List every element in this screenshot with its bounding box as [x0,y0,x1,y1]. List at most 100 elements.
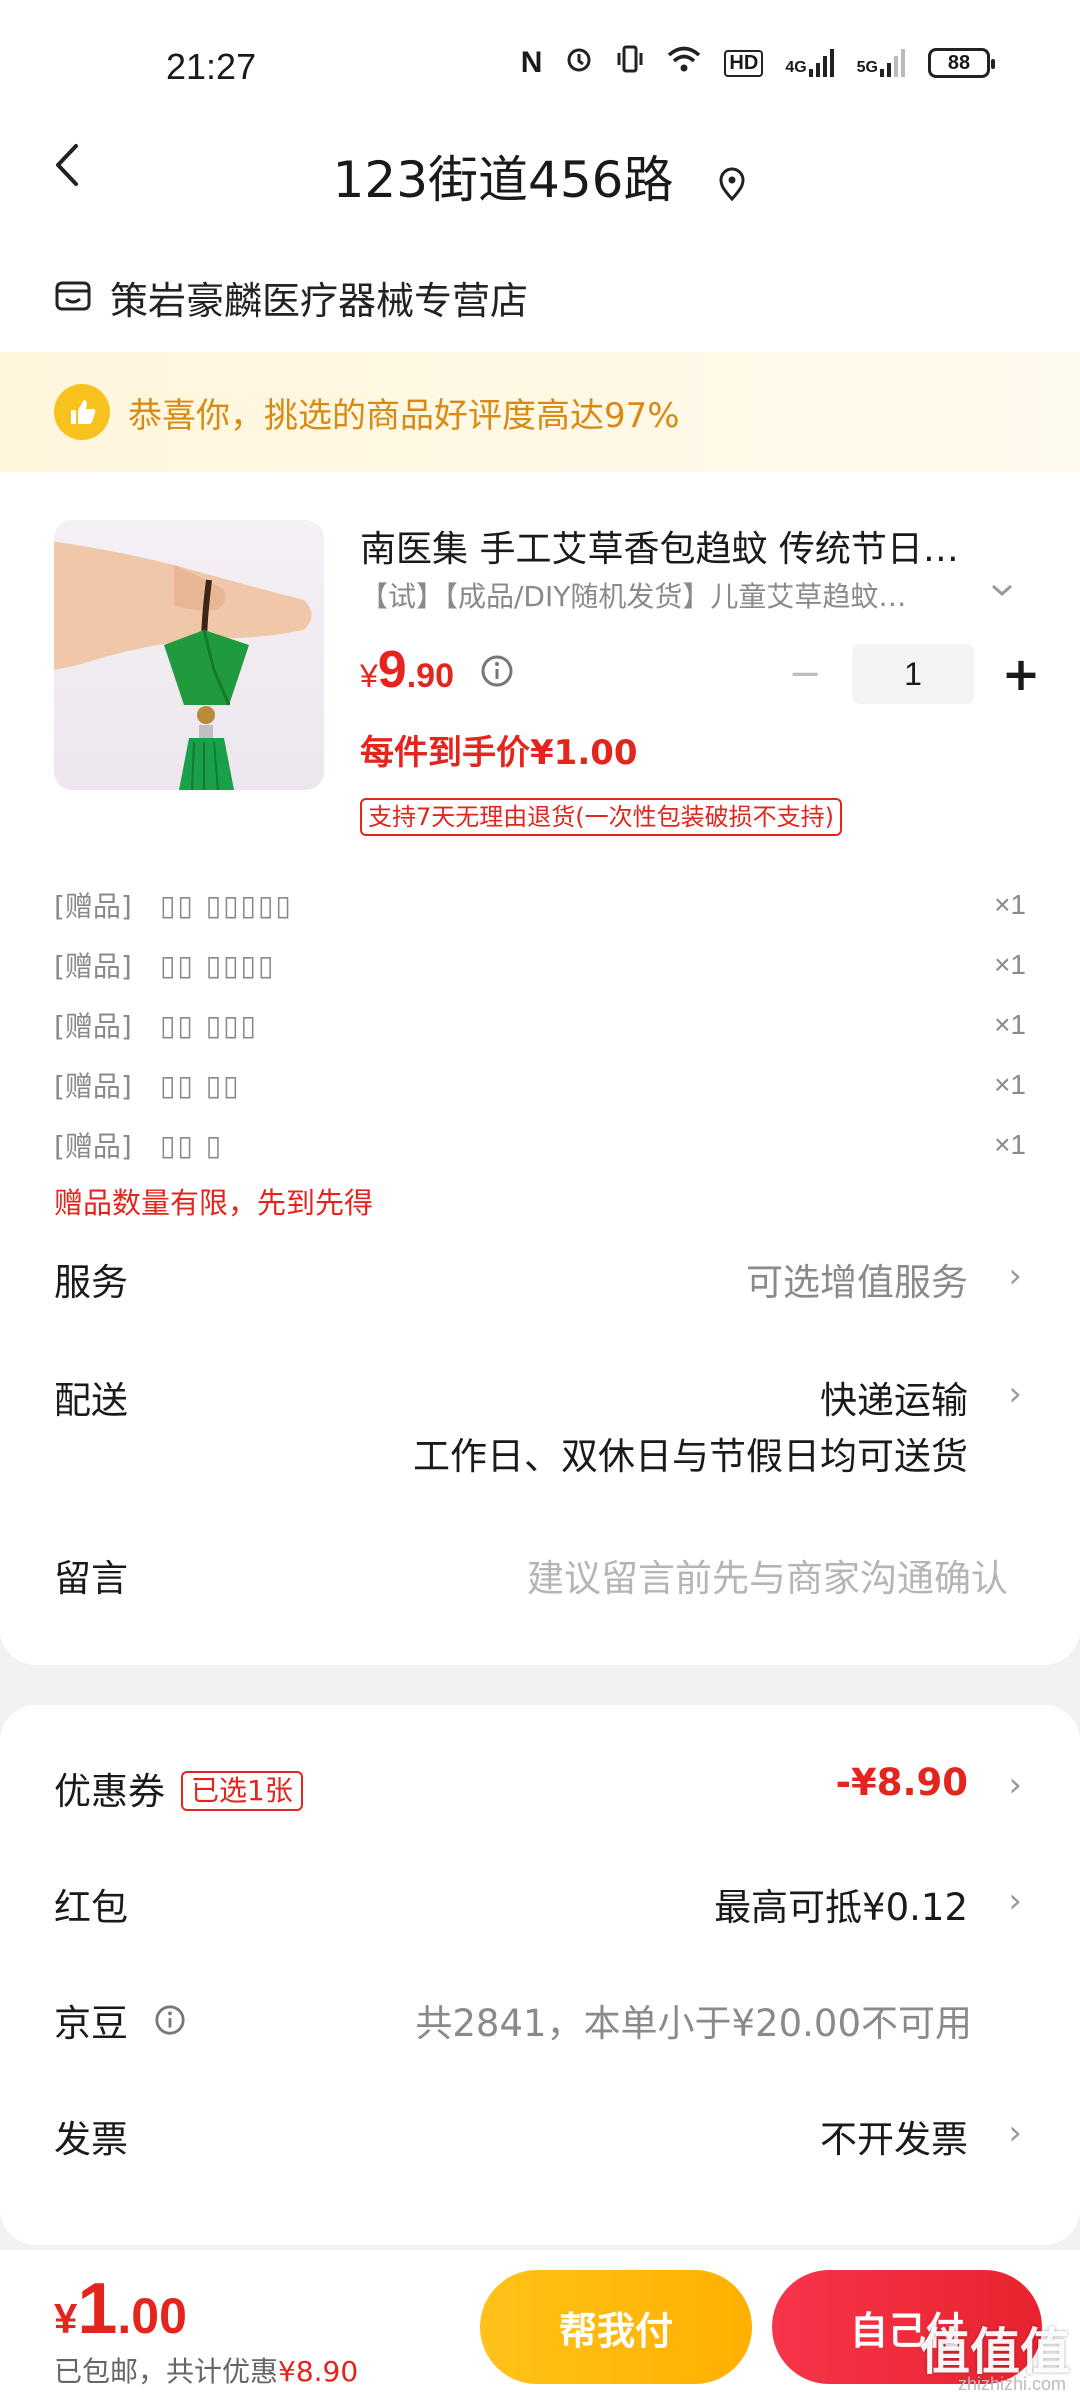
gift-limit-note: 赠品数量有限，先到先得 [54,1186,374,1220]
redpack-value: 最高可抵¥0.12 [714,1886,968,1929]
total-currency: ¥ [54,2295,78,2342]
gift-list: [赠品] ▯▯ ▯▯▯▯▯ ×1 [赠品] ▯▯ ▯▯▯▯ ×1 [赠品] ▯▯… [54,875,1026,1175]
unit-price: 每件到手价¥1.00 [360,733,638,773]
jd-label: 京豆 [54,2002,128,2045]
gift-qty: ×1 [994,1009,1026,1040]
store-name: 策岩豪麟医疗器械专营店 [110,279,529,323]
return-policy-tag: 支持7天无理由退货(一次性包装破损不支持) [360,798,842,836]
redpack-label: 红包 [54,1886,128,1929]
gift-tag: [赠品] [54,1130,132,1163]
gift-qty: ×1 [994,1129,1026,1160]
invoice-value: 不开发票 [820,2118,968,2161]
delivery-note: 工作日、双休日与节假日均可送货 [413,1435,968,1478]
total-discount-amount: ¥8.90 [278,2355,359,2388]
net1-label: 4G [785,59,807,76]
chevron-right-icon: › [1008,1256,1022,1296]
sachet-image-graphic [54,541,312,790]
header: 123街道456路 [0,120,1080,240]
coupon-row[interactable]: 优惠券 已选1张 -¥8.90 › [54,1761,1026,1821]
message-input[interactable]: 建议留言前先与商家沟通确认 [527,1548,1008,1602]
gift-name: ▯▯ ▯▯▯ [160,1008,258,1042]
total-integer: 1 [77,2269,118,2349]
coupon-value: -¥8.90 [835,1761,968,1804]
gift-name: ▯▯ ▯▯ [160,1068,241,1102]
chevron-down-icon[interactable] [990,572,1014,605]
total-decimal: .00 [117,2288,187,2344]
service-value: 可选增值服务 [746,1261,968,1304]
wifi-icon [666,44,702,82]
coupon-label: 优惠券 [54,1770,165,1813]
gift-qty: ×1 [994,949,1026,980]
jd-beans-row: 京豆 共2841，本单小于¥20.00不可用 [54,1993,1026,2053]
delivery-row[interactable]: 配送 快递运输 › 工作日、双休日与节假日均可送货 [54,1370,1026,1490]
product-title[interactable]: 南医集 手工艾草香包趋蚊 传统节日… [360,520,1020,572]
product-spec[interactable]: 【试】【成品/DIY随机发货】儿童艾草趋蚊… [360,575,960,615]
price-currency: ¥ [360,658,378,694]
chevron-right-icon: › [1008,1765,1022,1805]
vibrate-icon [616,44,644,82]
service-row[interactable]: 服务 可选增值服务 › [54,1252,1026,1312]
gift-item: [赠品] ▯▯ ▯▯▯ ×1 [54,995,1026,1055]
gift-tag: [赠品] [54,1070,132,1103]
info-icon[interactable] [154,2002,186,2045]
help-pay-button[interactable]: 帮我付 [480,2270,752,2384]
store-icon [54,277,92,319]
gift-name: ▯▯ ▯▯▯▯ [160,948,276,982]
price-info-icon[interactable] [480,654,514,692]
nfc-icon: N [520,46,543,79]
hd-icon: HD [724,49,764,77]
status-icons: N HD 4G 5G 88 [520,44,995,82]
redpack-row[interactable]: 红包 最高可抵¥0.12 › [54,1877,1026,1937]
quantity-minus-button[interactable]: − [780,651,830,697]
price-decimal: .90 [406,657,454,695]
quantity-stepper: − 1 + [780,644,1046,704]
total-note: 已包邮，共计优惠¥8.90 [54,2350,358,2390]
address-text: 123街道456路 [332,151,674,209]
total-price: ¥1.00 [54,2268,187,2350]
message-label: 留言 [54,1557,128,1600]
signal-4g-icon: 4G [785,49,834,77]
rating-text: 恭喜你，挑选的商品好评度高达97% [128,395,680,436]
gift-qty: ×1 [994,889,1026,920]
watermark-url: zhizhizhi.com [957,2374,1066,2394]
gift-item: [赠品] ▯▯ ▯▯ ×1 [54,1055,1026,1115]
delivery-value: 快递运输 [820,1379,968,1422]
jd-value: 共2841，本单小于¥20.00不可用 [415,2002,972,2045]
checkout-page: 21:27 N HD 4G 5G 88 123街道456路 策岩豪麟医疗器械专营… [0,0,1080,2400]
gift-item: [赠品] ▯▯ ▯▯▯▯▯ ×1 [54,875,1026,935]
gift-item: [赠品] ▯▯ ▯▯▯▯ ×1 [54,935,1026,995]
store-row[interactable]: 策岩豪麟医疗器械专营店 [54,270,528,325]
coupon-label-wrap: 优惠券 已选1张 [54,1761,303,1815]
status-bar: 21:27 N HD 4G 5G 88 [0,0,1080,120]
service-label: 服务 [54,1261,128,1304]
alarm-icon [564,44,594,82]
chevron-right-icon: › [1008,1881,1022,1921]
invoice-label: 发票 [54,2118,128,2161]
quantity-input[interactable]: 1 [852,644,974,704]
net2-label: 5G [856,59,878,76]
quantity-plus-button[interactable]: + [996,647,1046,701]
chevron-right-icon: › [1008,2113,1022,2153]
status-time: 21:27 [166,46,257,87]
order-card: 策岩豪麟医疗器械专营店 恭喜你，挑选的商品好评度高达97% 南医集 手工艾草香包… [0,240,1080,1665]
gift-tag: [赠品] [54,1010,132,1043]
gift-qty: ×1 [994,1069,1026,1100]
gift-tag: [赠品] [54,950,132,983]
invoice-row[interactable]: 发票 不开发票 › [54,2109,1026,2169]
message-row[interactable]: 留言 建议留言前先与商家沟通确认 [54,1548,1026,1608]
location-pin-icon [717,155,747,213]
gift-item: [赠品] ▯▯ ▯ ×1 [54,1115,1026,1175]
gift-tag: [赠品] [54,890,132,923]
product-image[interactable] [54,520,324,790]
rating-banner: 恭喜你，挑选的商品好评度高达97% [0,352,1080,472]
price-integer: 9 [377,641,407,699]
delivery-label: 配送 [54,1379,128,1422]
coupon-badge: 已选1张 [181,1771,303,1811]
total-note-prefix: 已包邮，共计优惠 [54,2355,279,2388]
thumbs-up-icon [54,384,110,440]
discount-card: 优惠券 已选1张 -¥8.90 › 红包 最高可抵¥0.12 › 京豆 共2841… [0,1705,1080,2245]
address-title[interactable]: 123街道456路 [0,140,1080,213]
gift-name: ▯▯ ▯▯▯▯▯ [160,888,293,922]
signal-5g-icon: 5G [857,49,906,77]
battery-icon: 88 [928,48,995,78]
